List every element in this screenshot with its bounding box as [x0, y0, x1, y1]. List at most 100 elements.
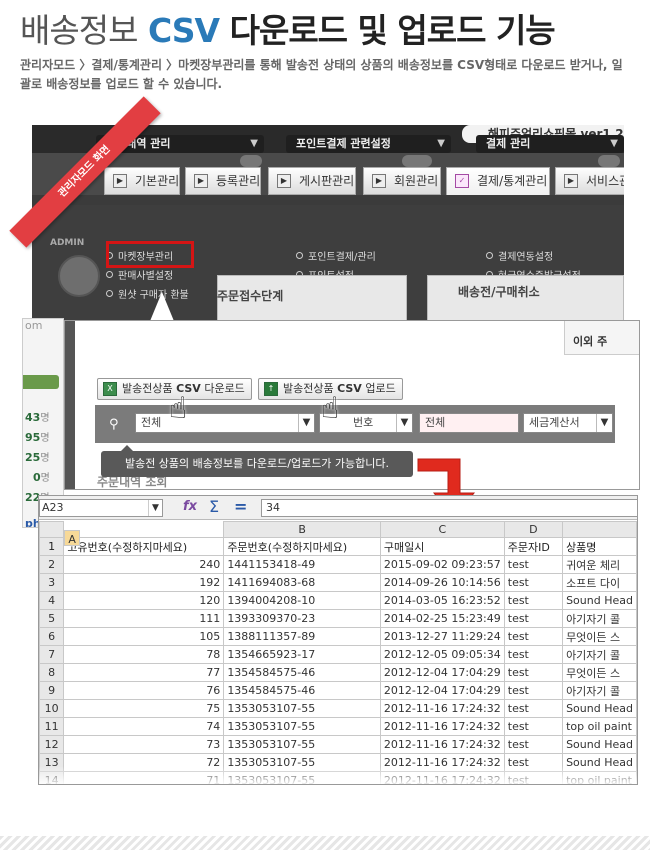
cell[interactable]: 아기자기 콜: [562, 681, 637, 700]
equals-icon[interactable]: =: [234, 497, 247, 516]
green-button[interactable]: [23, 375, 59, 389]
cell[interactable]: 1394004208-10: [223, 591, 381, 610]
cell[interactable]: test: [503, 735, 564, 754]
cell[interactable]: 귀여운 체리: [562, 555, 637, 574]
nav-tab-board[interactable]: ▶ 게시판관리: [268, 167, 356, 195]
nav-tab-payment[interactable]: ✓ 결제/통계관리: [446, 167, 550, 195]
cell[interactable]: test: [503, 555, 564, 574]
cell[interactable]: test: [503, 591, 564, 610]
cell[interactable]: 2012-12-04 17:04:29: [379, 681, 505, 700]
cell[interactable]: 1441153418-49: [223, 555, 381, 574]
cell[interactable]: 76: [63, 681, 225, 700]
nav-tab-member[interactable]: ▶ 회원관리: [363, 167, 441, 195]
cell[interactable]: top oil paint: [562, 717, 637, 736]
cell[interactable]: 1393309370-23: [223, 609, 381, 628]
function-icon[interactable]: fx: [183, 499, 197, 514]
row-header[interactable]: 5: [39, 609, 65, 628]
cell[interactable]: 105: [63, 627, 225, 646]
cell[interactable]: 무엇이든 스: [562, 663, 637, 682]
cell[interactable]: test: [503, 681, 564, 700]
cell[interactable]: 1353053107-55: [223, 735, 381, 754]
column-header[interactable]: [562, 521, 637, 538]
header-cell[interactable]: 주문번호(수정하지마세요): [223, 537, 381, 556]
cell[interactable]: 2012-11-16 17:24:32: [379, 735, 505, 754]
row-header[interactable]: 1: [39, 537, 65, 556]
cell[interactable]: test: [503, 717, 564, 736]
row-header[interactable]: 6: [39, 627, 65, 646]
cell[interactable]: 소프트 다이: [562, 573, 637, 592]
arrow-icon: ▶: [372, 174, 386, 188]
menu-seller-settings[interactable]: 판매사별설정: [106, 267, 173, 282]
column-header[interactable]: B: [223, 521, 381, 538]
row-header[interactable]: 4: [39, 591, 65, 610]
sum-icon[interactable]: Σ: [209, 497, 219, 516]
cell[interactable]: test: [503, 627, 564, 646]
cell[interactable]: 240: [63, 555, 225, 574]
filter-select-4[interactable]: 세금계산서 ▼: [523, 413, 613, 433]
cell[interactable]: 120: [63, 591, 225, 610]
cell[interactable]: 2012-12-05 09:05:34: [379, 645, 505, 664]
nav-tab-service[interactable]: ▶서비스관: [555, 167, 624, 195]
cell[interactable]: 무엇이든 스: [562, 627, 637, 646]
cell[interactable]: 2014-02-25 15:23:49: [379, 609, 505, 628]
cell[interactable]: 1354584575-46: [223, 681, 381, 700]
row-header[interactable]: 7: [39, 645, 65, 664]
nav-tab-basic[interactable]: ▶ 기본관리: [104, 167, 180, 195]
filter-input-3[interactable]: 전체: [419, 413, 519, 433]
header-cell[interactable]: 구매일시: [379, 537, 505, 556]
menu-point-payment[interactable]: 포인트결제/관리: [296, 248, 376, 263]
row-header[interactable]: 11: [39, 717, 65, 736]
cell[interactable]: test: [503, 573, 564, 592]
cell[interactable]: 1354584575-46: [223, 663, 381, 682]
cell[interactable]: 1353053107-55: [223, 699, 381, 718]
section-point-payment[interactable]: 포인트결제 관련설정 ▼: [286, 135, 451, 153]
cell[interactable]: 75: [63, 699, 225, 718]
cell[interactable]: 2012-11-16 17:24:32: [379, 699, 505, 718]
cell[interactable]: 74: [63, 717, 225, 736]
menu-payment-integration[interactable]: 결제연동설정: [486, 248, 553, 263]
cell[interactable]: 아기자기 콜: [562, 609, 637, 628]
cell[interactable]: 2012-12-04 17:04:29: [379, 663, 505, 682]
header-cell[interactable]: 고유번호(수정하지마세요): [63, 537, 225, 556]
cell[interactable]: 2012-11-16 17:24:32: [379, 717, 505, 736]
header-cell[interactable]: 주문자ID: [503, 537, 564, 556]
row-header[interactable]: 8: [39, 663, 65, 682]
cell[interactable]: 78: [63, 645, 225, 664]
row-header[interactable]: 3: [39, 573, 65, 592]
cell[interactable]: 111: [63, 609, 225, 628]
cell[interactable]: 192: [63, 573, 225, 592]
cell[interactable]: 1411694083-68: [223, 573, 381, 592]
cell[interactable]: Sound Head: [562, 699, 637, 718]
cell[interactable]: 2014-09-26 10:14:56: [379, 573, 505, 592]
row-header[interactable]: 9: [39, 681, 65, 700]
cell[interactable]: test: [503, 645, 564, 664]
cell[interactable]: test: [503, 663, 564, 682]
cell[interactable]: 2015-09-02 09:23:57: [379, 555, 505, 574]
corner-cell[interactable]: [39, 521, 65, 538]
cell[interactable]: test: [503, 699, 564, 718]
nav-decoration-icon: [598, 155, 620, 167]
row-header[interactable]: 12: [39, 735, 65, 754]
formula-input[interactable]: 34: [261, 499, 637, 517]
cell[interactable]: 아기자기 콜: [562, 645, 637, 664]
name-box[interactable]: A23 ▼: [39, 499, 163, 517]
column-header[interactable]: C: [379, 521, 505, 538]
nav-tab-register[interactable]: ▶ 등록관리: [185, 167, 261, 195]
section-payment-management[interactable]: 결제 관리 ▼: [476, 135, 624, 153]
cell[interactable]: 1353053107-55: [223, 717, 381, 736]
cell[interactable]: 2013-12-27 11:29:24: [379, 627, 505, 646]
cell[interactable]: 1388111357-89: [223, 627, 381, 646]
cell[interactable]: Sound Head: [562, 591, 637, 610]
header-cell[interactable]: 상품명: [562, 537, 637, 556]
cell[interactable]: 2014-03-05 16:23:52: [379, 591, 505, 610]
cell[interactable]: 73: [63, 735, 225, 754]
cell[interactable]: Sound Head: [562, 735, 637, 754]
cell[interactable]: test: [503, 609, 564, 628]
filter-select-1[interactable]: 전체 ▼: [135, 413, 315, 433]
row-header[interactable]: 10: [39, 699, 65, 718]
cell[interactable]: 1354665923-17: [223, 645, 381, 664]
column-header[interactable]: A: [64, 529, 80, 546]
column-header[interactable]: D: [503, 521, 564, 538]
cell[interactable]: 77: [63, 663, 225, 682]
row-header[interactable]: 2: [39, 555, 65, 574]
